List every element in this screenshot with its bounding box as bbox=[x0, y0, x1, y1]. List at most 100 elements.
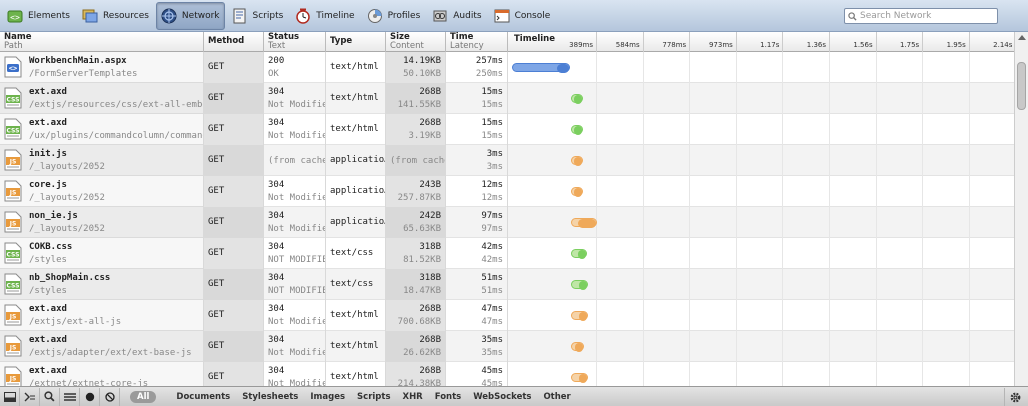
console-toggle-button[interactable] bbox=[20, 387, 40, 406]
timeline-bar[interactable] bbox=[571, 156, 584, 166]
table-row[interactable]: JS ext.axd/extnet/extnet-core-js GET 304 Not… bbox=[0, 362, 1014, 386]
tab-label: Resources bbox=[102, 10, 149, 21]
timeline-gridline bbox=[782, 114, 784, 145]
col-timeline[interactable]: Timeline 389ms 584ms 778ms 973ms 1.17s 1.36s 1… bbox=[508, 32, 1014, 52]
timeline-gridline bbox=[689, 176, 691, 207]
content-size: 3.19KB bbox=[408, 131, 441, 141]
filter-all[interactable]: All bbox=[130, 390, 157, 403]
transfer-size: 268B bbox=[419, 87, 441, 97]
tab-resources[interactable]: Resources bbox=[77, 2, 154, 30]
timeline-gridline bbox=[689, 114, 691, 145]
content-size: 257.87KB bbox=[397, 193, 441, 203]
html-file-icon: <> bbox=[4, 56, 22, 78]
filter-fonts[interactable]: Fonts bbox=[435, 392, 461, 402]
tab-elements[interactable]: <> Elements bbox=[2, 2, 75, 30]
timeline-bar[interactable] bbox=[571, 218, 597, 228]
timeline-gridline bbox=[829, 83, 830, 114]
cell-name[interactable]: CSS ext.axd/ux/plugins/commandcolumn/comm… bbox=[0, 114, 204, 145]
tab-audits[interactable]: Audits bbox=[427, 2, 486, 30]
dock-icon bbox=[3, 391, 16, 402]
col-name[interactable]: Name Path bbox=[0, 32, 204, 52]
filter-scripts[interactable]: Scripts bbox=[357, 392, 390, 402]
filter-documents[interactable]: Documents bbox=[176, 392, 230, 402]
table-row[interactable]: JS ext.axd/extjs/ext-all-js GET 304 Not Modi… bbox=[0, 300, 1014, 331]
timeline-gridline bbox=[689, 145, 691, 176]
tab-scripts[interactable]: Scripts bbox=[227, 2, 289, 30]
svg-text:JS: JS bbox=[9, 345, 17, 352]
table-row[interactable]: JS non_ie.js /_layouts/2052 GET 304 Not Modif… bbox=[0, 207, 1014, 238]
record-button[interactable] bbox=[80, 387, 100, 406]
search-input[interactable] bbox=[860, 11, 990, 21]
timeline-bar[interactable] bbox=[571, 94, 584, 104]
timeline-bar[interactable] bbox=[571, 373, 588, 383]
inspect-button[interactable] bbox=[40, 387, 60, 406]
table-row[interactable]: JS ext.axd/extjs/adapter/ext/ext-base-js G… bbox=[0, 331, 1014, 362]
timeline-gridline bbox=[968, 269, 970, 300]
timeline-gridline bbox=[875, 83, 877, 114]
col-status[interactable]: Status Text bbox=[264, 32, 326, 52]
timeline-gridline bbox=[875, 145, 877, 176]
table-row[interactable]: JS core.js /_layouts/2052 GET 304 Not Modifie… bbox=[0, 176, 1014, 207]
cell-status: (from cache) bbox=[264, 145, 326, 176]
tab-console[interactable]: Console bbox=[489, 2, 556, 30]
col-time[interactable]: Time Latency bbox=[446, 32, 508, 52]
timeline-bar[interactable] bbox=[571, 125, 584, 135]
table-row[interactable]: CSS ext.axd/ux/plugins/commandcolumn/comm… bbox=[0, 114, 1014, 145]
table-row[interactable]: JSinit.js/_layouts/2052GET(from cache)ap… bbox=[0, 145, 1014, 176]
timeline-gridline bbox=[642, 269, 644, 300]
cell-method: GET bbox=[204, 83, 264, 114]
col-type[interactable]: Type bbox=[326, 32, 386, 52]
timeline-tick-label: 389ms bbox=[569, 41, 593, 49]
scroll-up-arrow-icon[interactable] bbox=[1018, 35, 1026, 40]
timeline-icon bbox=[294, 7, 312, 25]
tab-network[interactable]: Network bbox=[155, 1, 225, 30]
filter-xhr[interactable]: XHR bbox=[403, 392, 423, 402]
resource-path: /_layouts/2052 bbox=[29, 224, 105, 234]
filter-stylesheets[interactable]: Stylesheets bbox=[242, 392, 298, 402]
cell-name[interactable]: JS init.js /_layouts/2052 bbox=[0, 145, 204, 176]
cell-name[interactable]: <> WorkbenchMain.aspx/FormServerTemplates bbox=[0, 52, 204, 83]
timeline-bar[interactable] bbox=[512, 63, 571, 73]
timeline-bar[interactable] bbox=[571, 249, 587, 259]
cell-time: 257ms 250ms bbox=[446, 52, 508, 83]
timeline-bar[interactable] bbox=[571, 187, 584, 197]
timeline-bar[interactable] bbox=[571, 342, 585, 352]
cell-name[interactable]: JS core.js /_layouts/2052 bbox=[0, 176, 204, 207]
large-rows-button[interactable] bbox=[60, 387, 80, 406]
timeline-bar[interactable] bbox=[571, 311, 588, 321]
table-row[interactable]: CSS ext.axd/extjs/resources/css/ext-all-e… bbox=[0, 83, 1014, 114]
table-row[interactable]: <> WorkbenchMain.aspx/FormServerTemplates… bbox=[0, 52, 1014, 83]
cell-name[interactable]: JS ext.axd/extjs/ext-all-js bbox=[0, 300, 204, 331]
tab-profiles[interactable]: Profiles bbox=[362, 2, 426, 30]
filter-websockets[interactable]: WebSockets bbox=[473, 392, 531, 402]
js-file-icon: JS bbox=[4, 180, 22, 202]
content-size: 700.68KB bbox=[397, 317, 441, 327]
cell-name[interactable]: CSS nb_ShopMain.css/styles bbox=[0, 269, 204, 300]
settings-button[interactable] bbox=[1004, 388, 1026, 406]
cell-type: applicatio… bbox=[326, 207, 386, 238]
cell-name[interactable]: JS non_ie.js /_layouts/2052 bbox=[0, 207, 204, 238]
cell-name[interactable]: JS ext.axd/extjs/adapter/ext/ext-base-js bbox=[0, 331, 204, 362]
filter-other[interactable]: Other bbox=[543, 392, 570, 402]
timeline-bar[interactable] bbox=[571, 280, 588, 290]
js-file-icon: JS bbox=[4, 366, 22, 386]
table-row[interactable]: CSS nb_ShopMain.css/styles GET 304 NOT MODIF… bbox=[0, 269, 1014, 300]
filter-images[interactable]: Images bbox=[310, 392, 345, 402]
cell-name[interactable]: CSS ext.axd/extjs/resources/css/ext-all-e… bbox=[0, 83, 204, 114]
type-filters: All Documents Stylesheets Images Scripts XHR F… bbox=[120, 390, 577, 403]
table-row[interactable]: CSS COKB.css/styles GET 304 NOT MODIFIEDtext… bbox=[0, 238, 1014, 269]
cell-name[interactable]: CSS COKB.css/styles bbox=[0, 238, 204, 269]
dock-button[interactable] bbox=[0, 387, 20, 406]
status-code: 304 bbox=[268, 366, 285, 376]
col-method[interactable]: Method bbox=[204, 32, 264, 52]
latency-time: 45ms bbox=[481, 379, 503, 386]
timeline-gridline bbox=[596, 238, 597, 269]
search-box[interactable] bbox=[844, 8, 998, 24]
scrollbar-thumb[interactable] bbox=[1017, 62, 1026, 110]
clear-button[interactable] bbox=[100, 387, 120, 406]
col-size[interactable]: Size Content bbox=[386, 32, 446, 52]
tab-timeline[interactable]: Timeline bbox=[290, 2, 359, 30]
cell-name[interactable]: JS ext.axd/extnet/extnet-core-js bbox=[0, 362, 204, 386]
vertical-scrollbar[interactable] bbox=[1014, 32, 1028, 386]
latency-time: 47ms bbox=[481, 317, 503, 327]
